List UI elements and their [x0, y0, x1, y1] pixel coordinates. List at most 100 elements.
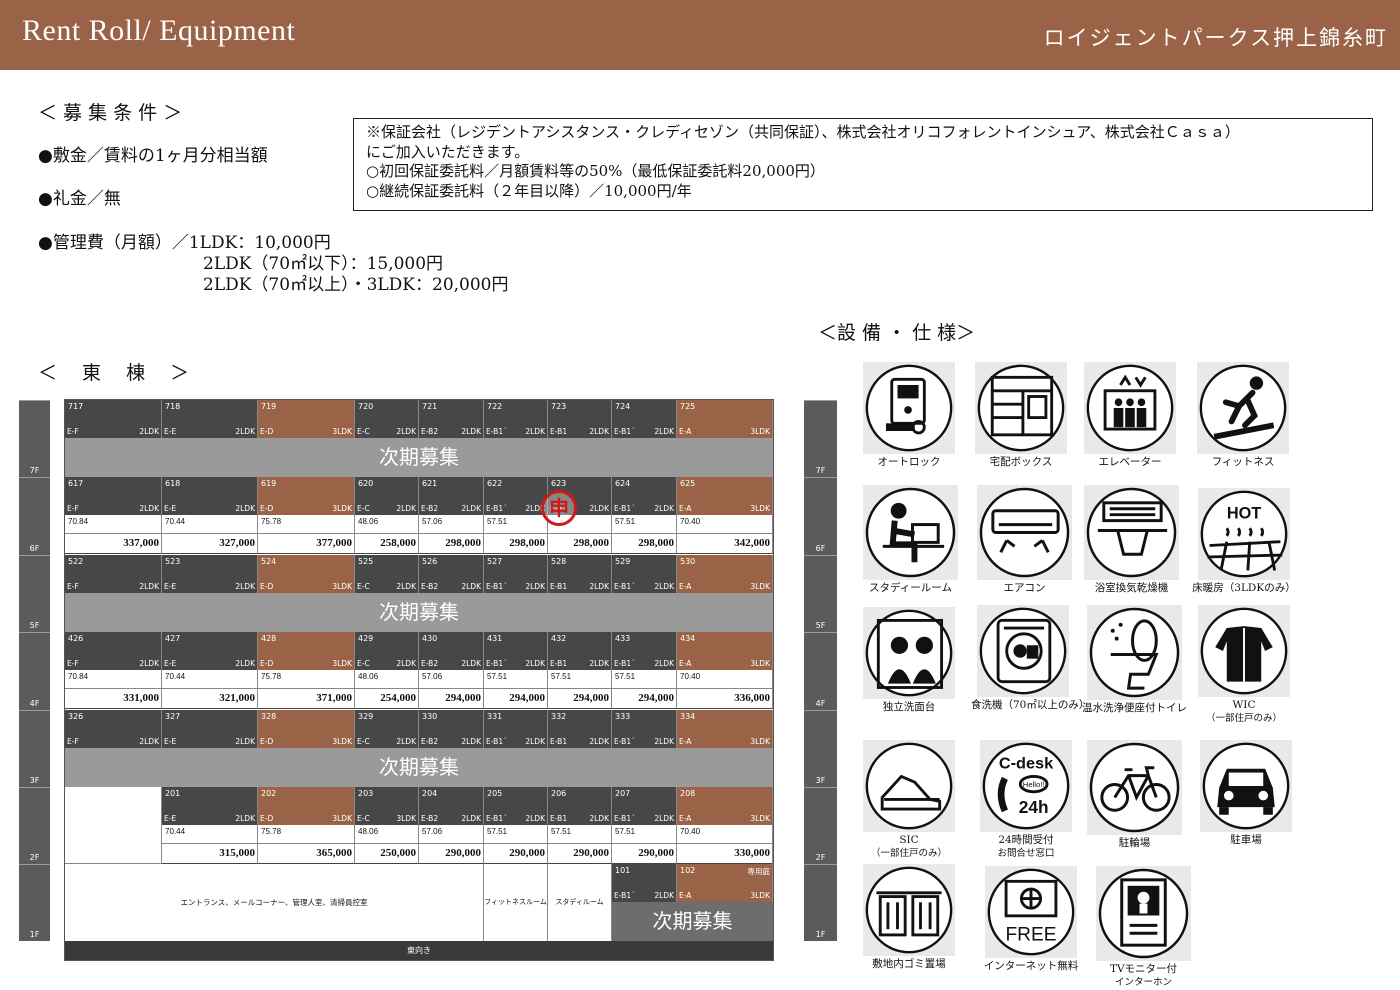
- unit-cell-725[interactable]: 725 E-A 3LDK: [677, 400, 773, 438]
- unit-cell-525[interactable]: 525 E-C 2LDK: [355, 555, 419, 593]
- unit-cell-621[interactable]: 621 E-B2 2LDK: [419, 477, 484, 515]
- unit-number: 328: [261, 712, 277, 721]
- unit-cell-720[interactable]: 720 E-C 2LDK: [355, 400, 419, 438]
- unit-area: 48.06: [355, 515, 419, 534]
- unit-cell-528[interactable]: 528 E-B1 2LDK: [548, 555, 612, 593]
- equipment-label: 独立洗面台: [882, 701, 936, 713]
- equipment-item: WIC （一部住戸のみ）: [1192, 605, 1296, 725]
- unit-cell-429[interactable]: 429 E-C 2LDK: [355, 632, 419, 670]
- unit-cell-526[interactable]: 526 E-B2 2LDK: [419, 555, 484, 593]
- unit-layout: 2LDK: [461, 659, 481, 668]
- unit-cell-724[interactable]: 724 E-B1´ 2LDK: [612, 400, 677, 438]
- unit-cell-434[interactable]: 434 E-A 3LDK: [677, 632, 773, 670]
- unit-cell-207[interactable]: 207 E-B1´ 2LDK: [612, 787, 677, 825]
- unit-cell-208[interactable]: 208 E-A 3LDK: [677, 787, 773, 825]
- unit-layout: 3LDK: [332, 659, 352, 668]
- unit-type: E-D: [260, 582, 274, 591]
- unit-cell-205[interactable]: 205 E-B1´ 2LDK: [484, 787, 548, 825]
- unit-cell-326[interactable]: 326 E-F 2LDK: [65, 710, 162, 748]
- unit-cell-102[interactable]: 102 専用庭 E-A 3LDK: [677, 864, 773, 902]
- unit-cell-619[interactable]: 619 E-D 3LDK: [258, 477, 355, 515]
- unit-cell-428[interactable]: 428 E-D 3LDK: [258, 632, 355, 670]
- unit-rent: 290,000: [612, 844, 677, 864]
- unit-number: 101: [615, 866, 631, 875]
- unit-cell-620[interactable]: 620 E-C 2LDK: [355, 477, 419, 515]
- unit-cell-432[interactable]: 432 E-B1 2LDK: [548, 632, 612, 670]
- equipment-label: 24時間受付: [998, 834, 1054, 846]
- unit-cell-522[interactable]: 522 E-F 2LDK: [65, 555, 162, 593]
- unit-cell-431[interactable]: 431 E-B1´ 2LDK: [484, 632, 548, 670]
- unit-type: E-B1: [550, 737, 568, 746]
- unit-cell-722[interactable]: 722 E-B1´ 2LDK: [484, 400, 548, 438]
- unit-cell-530[interactable]: 530 E-A 3LDK: [677, 555, 773, 593]
- unit-number: 430: [422, 634, 438, 643]
- unit-cell-617[interactable]: 617 E-F 2LDK: [65, 477, 162, 515]
- unit-layout: 2LDK: [525, 737, 545, 746]
- unit-cell-203[interactable]: 203 E-C 3LDK: [355, 787, 419, 825]
- unit-cell-334[interactable]: 334 E-A 3LDK: [677, 710, 773, 748]
- deposit-text: ●敷金／賃料の1ヶ月分相当額: [38, 146, 268, 166]
- unit-cell-427[interactable]: 427 E-E 2LDK: [162, 632, 258, 670]
- unit-number: 718: [165, 402, 181, 411]
- unit-cell-523[interactable]: 523 E-E 2LDK: [162, 555, 258, 593]
- unit-area: 48.06: [355, 670, 419, 689]
- unit-number: 329: [358, 712, 374, 721]
- equipment-label: 浴室換気乾燥機: [1094, 582, 1169, 594]
- unit-cell-201[interactable]: 201 E-E 2LDK: [162, 787, 258, 825]
- unit-cell-101[interactable]: 101 E-B1´ 2LDK: [612, 864, 677, 902]
- unit-type: E-F: [67, 659, 79, 668]
- unit-type: E-A: [679, 659, 692, 668]
- unit-type: E-C: [357, 427, 370, 436]
- unit-cell-723[interactable]: 723 E-B1 2LDK: [548, 400, 612, 438]
- unit-cell-527[interactable]: 527 E-B1´ 2LDK: [484, 555, 548, 593]
- unit-rent: 371,000: [258, 689, 355, 709]
- vanity-icon: [863, 607, 955, 699]
- unit-cell-430[interactable]: 430 E-B2 2LDK: [419, 632, 484, 670]
- unit-cell-426[interactable]: 426 E-F 2LDK: [65, 632, 162, 670]
- unit-cell-433[interactable]: 433 E-B1´ 2LDK: [612, 632, 677, 670]
- unit-cell-524[interactable]: 524 E-D 3LDK: [258, 555, 355, 593]
- unit-cell-332[interactable]: 332 E-B1 2LDK: [548, 710, 612, 748]
- unit-number: 201: [165, 789, 181, 798]
- equipment-label: 敷地内ゴミ置場: [872, 958, 946, 970]
- equipment-item: 敷地内ゴミ置場: [857, 864, 961, 971]
- bicycle-icon: [1087, 740, 1182, 835]
- unit-cell-202[interactable]: 202 E-D 3LDK: [258, 787, 355, 825]
- equipment-label: 駐輪場: [1118, 837, 1151, 849]
- unit-cell-204[interactable]: 204 E-B2 2LDK: [419, 787, 484, 825]
- unit-cell-333[interactable]: 333 E-B1´ 2LDK: [612, 710, 677, 748]
- unit-rent: 330,000: [677, 844, 773, 864]
- floor-label: 7F: [815, 466, 826, 475]
- unit-number: 620: [358, 479, 374, 488]
- unit-cell-721[interactable]: 721 E-B2 2LDK: [419, 400, 484, 438]
- unit-type: E-C: [357, 659, 370, 668]
- unit-cell-618[interactable]: 618 E-E 2LDK: [162, 477, 258, 515]
- bath-dryer-icon: [1084, 485, 1179, 580]
- unit-type: E-C: [357, 582, 370, 591]
- unit-cell-206[interactable]: 206 E-B1 2LDK: [548, 787, 612, 825]
- equipment-item: C-desk Hello!! 24h 24時間受付 お問合せ窓口: [974, 740, 1078, 860]
- unit-layout: 3LDK: [332, 582, 352, 591]
- unit-cell-719[interactable]: 719 E-D 3LDK: [258, 400, 355, 438]
- unit-cell-327[interactable]: 327 E-E 2LDK: [162, 710, 258, 748]
- equipment-label: 床暖房（3LDKのみ）: [1192, 582, 1296, 594]
- unit-cell-529[interactable]: 529 E-B1´ 2LDK: [612, 555, 677, 593]
- unit-cell-717[interactable]: 717 E-F 2LDK: [65, 400, 162, 438]
- unit-type: E-A: [679, 504, 692, 513]
- unit-cell-624[interactable]: 624 E-B1´ 2LDK: [612, 477, 677, 515]
- unit-cell-331[interactable]: 331 E-B1´ 2LDK: [484, 710, 548, 748]
- equipment-item: 宅配ボックス: [969, 362, 1073, 469]
- unit-cell-622[interactable]: 622 E-B1´ 2LDK: [484, 477, 548, 515]
- orientation-bar: 東向き: [65, 941, 773, 960]
- unit-cell-330[interactable]: 330 E-B2 2LDK: [419, 710, 484, 748]
- unit-rent: 298,000: [484, 534, 548, 554]
- unit-rent: 294,000: [419, 689, 484, 709]
- page-title: Rent Roll/ Equipment: [22, 14, 296, 47]
- unit-cell-329[interactable]: 329 E-C 2LDK: [355, 710, 419, 748]
- equipment-item: エアコン: [971, 485, 1078, 595]
- unit-area: 57.51: [548, 670, 612, 689]
- unit-cell-328[interactable]: 328 E-D 3LDK: [258, 710, 355, 748]
- unit-cell-625[interactable]: 625 E-A 3LDK: [677, 477, 773, 515]
- unit-cell-718[interactable]: 718 E-E 2LDK: [162, 400, 258, 438]
- unit-layout: 2LDK: [461, 427, 481, 436]
